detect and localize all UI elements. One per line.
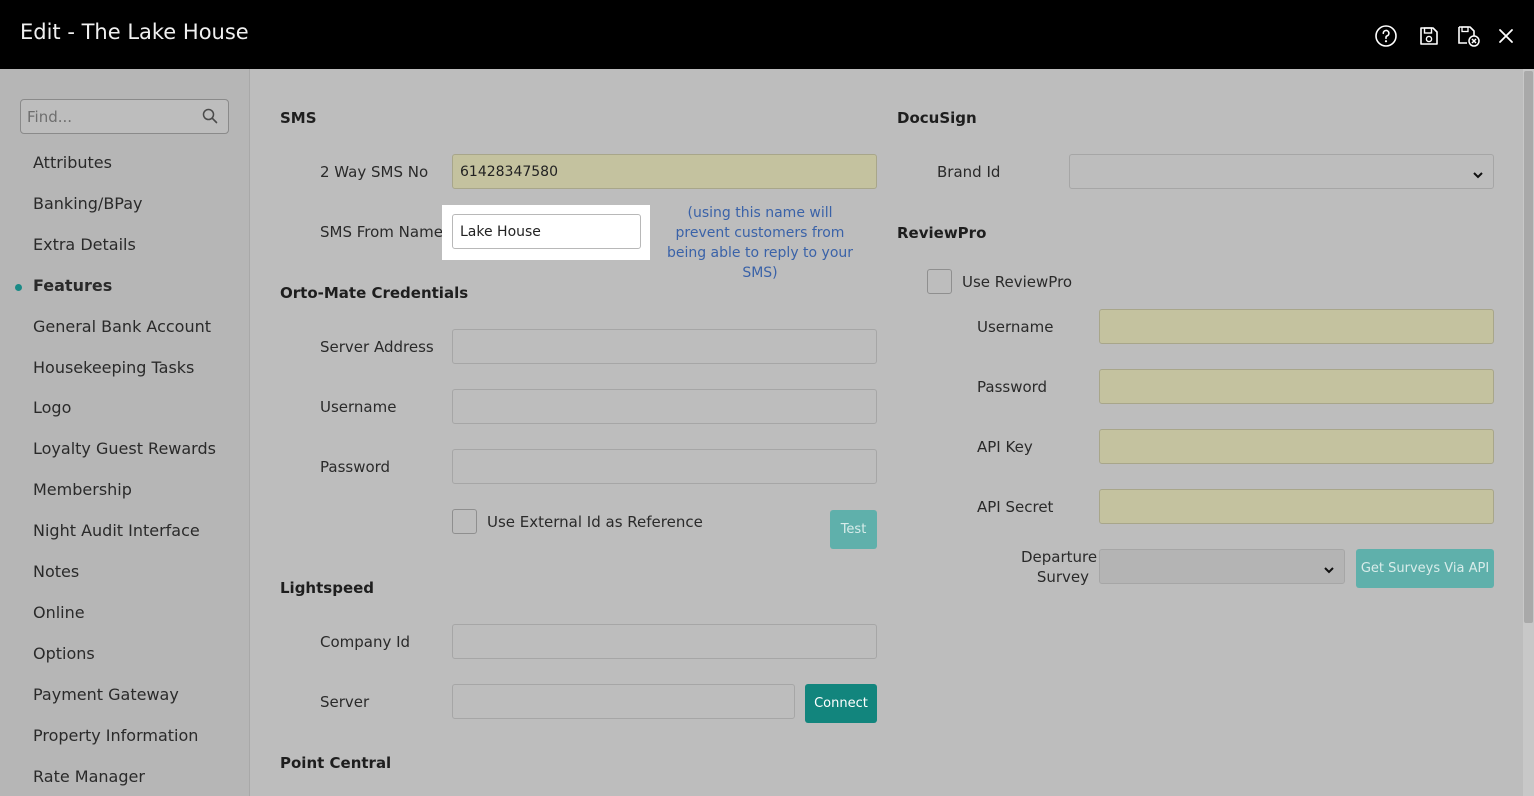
server-address-input[interactable] — [452, 329, 877, 364]
two-way-sms-input[interactable] — [452, 154, 877, 189]
sidebar-item-notes[interactable]: Notes — [33, 562, 79, 581]
sidebar-item-extra-details[interactable]: Extra Details — [33, 235, 136, 254]
api-key-input[interactable] — [1099, 429, 1494, 464]
api-secret-label: API Secret — [977, 498, 1054, 516]
use-reviewpro-checkbox[interactable] — [927, 269, 952, 294]
test-button[interactable]: Test — [830, 510, 877, 549]
search-icon[interactable] — [202, 108, 218, 128]
sms-section-title: SMS — [280, 109, 317, 127]
external-id-checkbox[interactable] — [452, 509, 477, 534]
departure-survey-label-line1: Departure — [1021, 548, 1098, 566]
find-input[interactable] — [21, 100, 196, 133]
sidebar-item-membership[interactable]: Membership — [33, 480, 132, 499]
save-icon[interactable] — [1416, 23, 1442, 49]
two-way-sms-label: 2 Way SMS No — [320, 163, 429, 181]
api-key-label: API Key — [977, 438, 1033, 456]
orto-username-label: Username — [320, 398, 397, 416]
orto-password-input[interactable] — [452, 449, 877, 484]
sidebar-item-payment-gateway[interactable]: Payment Gateway — [33, 685, 179, 704]
close-icon[interactable] — [1493, 23, 1519, 49]
sidebar-item-banking-bpay[interactable]: Banking/BPay — [33, 194, 143, 213]
sms-from-name-label: SMS From Name — [320, 223, 443, 241]
chevron-down-icon — [1472, 166, 1484, 185]
sidebar-item-property-information[interactable]: Property Information — [33, 726, 198, 745]
company-id-label: Company Id — [320, 633, 411, 651]
sidebar-item-options[interactable]: Options — [33, 644, 95, 663]
reviewpro-username-label: Username — [977, 318, 1054, 336]
get-surveys-button[interactable]: Get Surveys Via API — [1356, 549, 1494, 588]
server-address-label: Server Address — [320, 338, 434, 356]
brand-id-select[interactable] — [1069, 154, 1494, 189]
docusign-section-title: DocuSign — [897, 109, 977, 127]
company-id-input[interactable] — [452, 624, 877, 659]
reviewpro-password-input[interactable] — [1099, 369, 1494, 404]
reviewpro-section-title: ReviewPro — [897, 224, 987, 242]
orto-username-input[interactable] — [452, 389, 877, 424]
find-box — [20, 99, 229, 134]
sidebar-item-general-bank-account[interactable]: General Bank Account — [33, 317, 211, 336]
scrollbar-thumb[interactable] — [1524, 71, 1533, 623]
sidebar-item-housekeeping-tasks[interactable]: Housekeeping Tasks — [33, 358, 194, 377]
sidebar: Attributes Banking/BPay Extra Details Featu… — [0, 69, 250, 796]
scrollbar[interactable] — [1523, 69, 1534, 796]
sidebar-item-features[interactable]: Features — [33, 276, 112, 295]
orto-password-label: Password — [320, 458, 391, 476]
api-secret-input[interactable] — [1099, 489, 1494, 524]
window-title: Edit - The Lake House — [20, 20, 249, 44]
lightspeed-server-label: Server — [320, 693, 370, 711]
sidebar-item-night-audit-interface[interactable]: Night Audit Interface — [33, 521, 200, 540]
chevron-down-icon — [1323, 561, 1335, 580]
sidebar-item-loyalty-guest-rewards[interactable]: Loyalty Guest Rewards — [33, 439, 216, 458]
sidebar-item-rate-manager[interactable]: Rate Manager — [33, 767, 145, 786]
sidebar-item-attributes[interactable]: Attributes — [33, 153, 112, 172]
lightspeed-server-input[interactable] — [452, 684, 795, 719]
save-close-icon[interactable] — [1456, 23, 1482, 49]
external-id-label: Use External Id as Reference — [487, 513, 703, 531]
sidebar-item-online[interactable]: Online — [33, 603, 85, 622]
brand-id-label: Brand Id — [937, 163, 1001, 181]
orto-mate-section-title: Orto-Mate Credentials — [280, 284, 469, 302]
departure-survey-label-line2: Survey — [1036, 568, 1089, 586]
sidebar-item-logo[interactable]: Logo — [33, 398, 71, 417]
departure-survey-select[interactable] — [1099, 549, 1345, 584]
sms-from-name-input[interactable] — [452, 214, 641, 249]
window-titlebar: Edit - The Lake House — [0, 0, 1534, 69]
reviewpro-username-input[interactable] — [1099, 309, 1494, 344]
help-icon[interactable] — [1373, 23, 1399, 49]
use-reviewpro-label: Use ReviewPro — [962, 273, 1073, 291]
active-indicator-dot — [15, 284, 22, 291]
sms-from-name-note: (using this name will prevent customers … — [666, 205, 854, 281]
main-panel: SMS 2 Way SMS No SMS From Name Orto-Mate… — [251, 69, 1523, 796]
lightspeed-section-title: Lightspeed — [280, 579, 375, 597]
connect-button[interactable]: Connect — [805, 684, 877, 723]
point-central-section-title: Point Central — [280, 754, 392, 772]
reviewpro-password-label: Password — [977, 378, 1048, 396]
